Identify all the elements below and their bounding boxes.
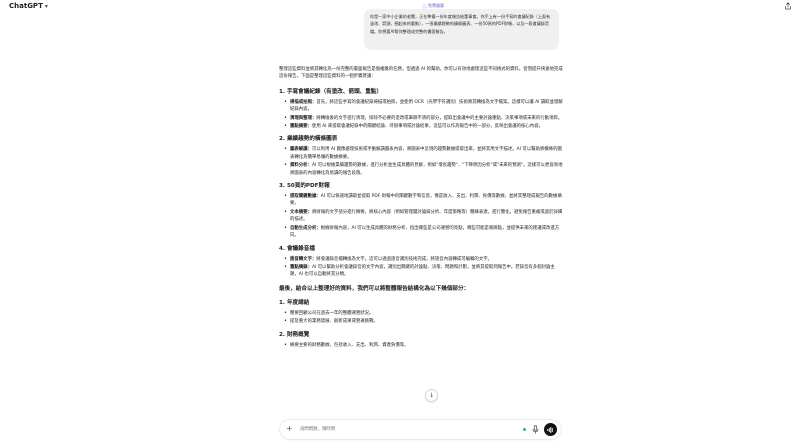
microphone-icon[interactable] bbox=[532, 425, 539, 434]
scroll-to-bottom-button[interactable]: ↓ bbox=[425, 389, 438, 402]
section-heading: 1. 手寫會議紀錄（有塗改、箭頭、重點） bbox=[279, 88, 383, 95]
list-item-text: 首先，將這些手寫的會議紀錄掃描或拍照，並使用 OCR（光學字符識別）技術將其轉換… bbox=[290, 99, 563, 113]
list-item: 清理與整理：將轉換後的文字進行清理，排除不必要的塗改或筆跡不清的部分，提取出會議… bbox=[284, 115, 563, 123]
plus-icon[interactable]: + bbox=[286, 424, 293, 434]
list-item-term: 資料分析： bbox=[290, 163, 312, 169]
section-heading: 1. 年度總結 bbox=[279, 299, 310, 306]
bullet-list: 圖表解讀：可以利用 AI 圖像處理技術或手動解讀圖表內容，將圖表中呈現的趨勢數據… bbox=[284, 146, 563, 177]
model-selector[interactable]: ChatGPT ▾ bbox=[9, 2, 48, 10]
list-item-term: 重點摘要： bbox=[290, 124, 312, 130]
section-heading: 3. 50頁的PDF財報 bbox=[279, 183, 330, 190]
list-item-term: 自動生成分析： bbox=[290, 225, 321, 231]
list-item-term: 重點摘錄： bbox=[290, 264, 312, 270]
chevron-down-icon: ▾ bbox=[44, 2, 48, 10]
sparkle-icon bbox=[422, 3, 427, 9]
bullet-list: 掃描或拍照：首先，將這些手寫的會議紀錄掃描或拍照，並使用 OCR（光學字符識別）… bbox=[284, 99, 563, 131]
bullet-list: 提取關鍵數據：AI 可以快速地讀取並提取 PDF 財報中的關鍵數字和信息，像是收… bbox=[284, 193, 563, 239]
list-item: 提及重大的業務發展、創新成果或營運挑戰。 bbox=[284, 318, 563, 326]
list-item: 自動生成分析：根據財報內容，AI 可以生成具體的財務分析，指出哪些是公司運營的亮… bbox=[284, 225, 563, 240]
assistant-reply: 整理這些資料並將其轉化為一份完整的書面報告是個複雜的任務，但透過 AI 的幫助，… bbox=[279, 66, 563, 353]
voice-mode-icon bbox=[547, 426, 553, 433]
list-item: 資料分析：AI 可以根據業績趨勢的數據，進行分析並生成具體的見解，例如"增長趨勢… bbox=[284, 162, 563, 177]
list-item-text: AI 可以根據業績趨勢的數據，進行分析並生成具體的見解，例如"增長趨勢"、"下降… bbox=[290, 163, 563, 176]
user-message-bubble: 你是一家中小企業的老闆，正在準備一份年度報告給董事會。你手上有一份手寫的會議紀錄… bbox=[364, 9, 559, 50]
list-item-text: 將會議錄音檔轉換為文字。這可以透過語音識別技術完成，將語音內容轉成可編輯的文字。 bbox=[316, 256, 492, 262]
list-item-text: 將財報的文字部分進行摘要，將核心內容（例如管理層討論與分析、年度策略等）簡練表達… bbox=[290, 209, 563, 223]
bullet-list: 語音轉文字：將會議錄音檔轉換為文字。這可以透過語音識別技術完成，將語音內容轉成可… bbox=[284, 256, 563, 279]
list-item: 語音轉文字：將會議錄音檔轉換為文字。這可以透過語音識別技術完成，將語音內容轉成可… bbox=[284, 256, 563, 264]
bullet-list: 摘要主要的財務數據，包括收入、支出、利潤、資產負債等。 bbox=[284, 342, 563, 350]
list-item: 簡要回顧公司在過去一年的整體運營狀況。 bbox=[284, 310, 563, 318]
voice-mode-button[interactable] bbox=[544, 423, 557, 436]
list-item-text: AI 可以幫助分析會議錄音的文字內容，識別出關鍵的討論點、決策、問題和計劃，並將… bbox=[290, 264, 555, 278]
list-item-text: 根據財報內容，AI 可以生成具體的財務分析，指出哪些是公司運營的亮點，哪些可能是… bbox=[290, 225, 560, 239]
list-item-term: 清理與整理： bbox=[290, 115, 317, 121]
list-item: 掃描或拍照：首先，將這些手寫的會議紀錄掃描或拍照，並使用 OCR（光學字符識別）… bbox=[284, 99, 563, 114]
content-fade bbox=[0, 408, 800, 420]
section-heading: 4. 會議錄音檔 bbox=[279, 245, 315, 252]
list-item: 圖表解讀：可以利用 AI 圖像處理技術或手動解讀圖表內容，將圖表中呈現的趨勢數據… bbox=[284, 146, 563, 161]
list-item: 重點摘要：使用 AI 來提取會議紀錄中的關鍵結論、待辦事項或討論結果，這些可以作… bbox=[284, 123, 563, 131]
list-item-text: 將轉換後的文字進行清理，排除不必要的塗改或筆跡不清的部分，提取出會議中的主要討論… bbox=[316, 115, 563, 121]
status-indicator bbox=[523, 428, 526, 431]
list-item-term: 提取關鍵數據： bbox=[290, 194, 321, 200]
list-item-term: 語音轉文字： bbox=[290, 256, 317, 262]
reply-intro: 整理這些資料並將其轉化為一份完整的書面報告是個複雜的任務，但透過 AI 的幫助，… bbox=[279, 67, 563, 80]
list-item-text: 可以利用 AI 圖像處理技術或手動解讀圖表內容，將圖表中呈現的趨勢數據提取出來，… bbox=[290, 147, 562, 160]
bullet-list: 簡要回顧公司在過去一年的整體運營狀況。提及重大的業務發展、創新成果或營運挑戰。 bbox=[284, 310, 563, 326]
app-title: ChatGPT bbox=[9, 2, 43, 10]
list-item: 摘要主要的財務數據，包括收入、支出、利潤、資產負債等。 bbox=[284, 342, 563, 350]
list-item: 文本摘要：將財報的文字部分進行摘要，將核心內容（例如管理層討論與分析、年度策略等… bbox=[284, 209, 563, 224]
message-input[interactable] bbox=[300, 425, 480, 434]
list-item-text: AI 可以快速地讀取並提取 PDF 財報中的關鍵數字和信息，像是收入、支出、利潤… bbox=[290, 194, 562, 207]
list-item-term: 文本摘要： bbox=[290, 209, 312, 215]
list-item: 重點摘錄：AI 可以幫助分析會議錄音的文字內容，識別出關鍵的討論點、決策、問題和… bbox=[284, 264, 563, 279]
list-item-term: 掃描或拍照： bbox=[290, 99, 317, 105]
section-heading: 2. 財務概覽 bbox=[279, 331, 310, 338]
list-item-text: 使用 AI 來提取會議紀錄中的關鍵結論、待辦事項或討論結果，這些可以作為報告中的… bbox=[311, 124, 543, 130]
arrow-down-icon: ↓ bbox=[428, 392, 435, 399]
list-item-term: 圖表解讀： bbox=[290, 147, 312, 153]
section-heading: 最後，結合以上整理好的資料，我們可以將整體報告結構化為以下幾個部分： bbox=[279, 285, 470, 292]
message-composer: + bbox=[280, 420, 561, 439]
section-heading: 2. 業績趨勢的橫條圖表 bbox=[279, 136, 338, 143]
share-icon[interactable] bbox=[784, 2, 792, 10]
list-item: 提取關鍵數據：AI 可以快速地讀取並提取 PDF 財報中的關鍵數字和信息，像是收… bbox=[284, 193, 563, 208]
